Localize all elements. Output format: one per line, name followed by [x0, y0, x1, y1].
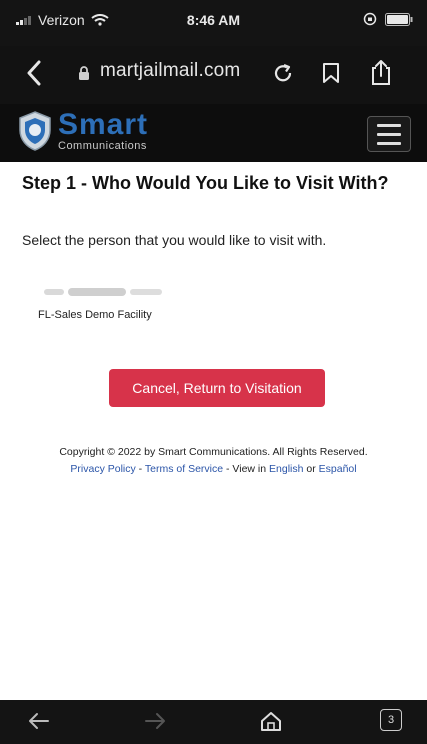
battery-icon [385, 12, 413, 26]
back-chevron-icon[interactable] [26, 60, 42, 86]
footer-separator: - [135, 462, 145, 475]
inmate-name-redacted[interactable] [44, 286, 174, 298]
browser-toolbar: martjailmail.com [0, 46, 427, 104]
or-text: or [303, 462, 319, 475]
hamburger-icon [377, 141, 401, 145]
footer-links: Privacy Policy - Terms of Service - View… [0, 461, 427, 478]
hamburger-icon [377, 123, 401, 127]
step-description: Select the person that you would like to… [22, 232, 327, 248]
orientation-lock-icon [363, 12, 377, 26]
site-header: Smart Communications [0, 104, 427, 162]
forward-arrow-icon[interactable] [144, 712, 166, 730]
tabs-button[interactable]: 3 [380, 709, 402, 731]
status-right [363, 12, 413, 26]
privacy-policy-link[interactable]: Privacy Policy [70, 463, 135, 475]
facility-name: FL-Sales Demo Facility [38, 309, 152, 321]
cancel-return-button[interactable]: Cancel, Return to Visitation [109, 369, 325, 407]
lock-icon [79, 66, 89, 80]
english-link[interactable]: English [269, 463, 303, 475]
espanol-link[interactable]: Español [319, 463, 357, 475]
shield-icon [19, 111, 51, 151]
back-arrow-icon[interactable] [28, 712, 50, 730]
logo-brand-text: Smart [58, 108, 149, 141]
terms-of-service-link[interactable]: Terms of Service [145, 463, 223, 475]
bookmark-icon[interactable] [322, 62, 340, 84]
copyright-text: Copyright © 2022 by Smart Communications… [59, 446, 368, 458]
page-title: Step 1 - Who Would You Like to Visit Wit… [22, 173, 389, 193]
menu-button[interactable] [367, 116, 411, 152]
address-field[interactable]: martjailmail.com [100, 60, 240, 82]
logo-sub-text: Communications [58, 140, 147, 152]
home-icon[interactable] [260, 710, 282, 732]
status-bar: Verizon 8:46 AM [0, 0, 427, 46]
hamburger-icon [377, 132, 401, 136]
share-icon[interactable] [370, 58, 392, 86]
site-logo[interactable]: Smart Communications [18, 110, 148, 152]
footer: Copyright © 2022 by Smart Communications… [0, 444, 427, 478]
browser-bottom-toolbar: 3 [0, 700, 427, 744]
reload-icon[interactable] [272, 62, 294, 84]
view-in-text: - View in [223, 462, 270, 475]
